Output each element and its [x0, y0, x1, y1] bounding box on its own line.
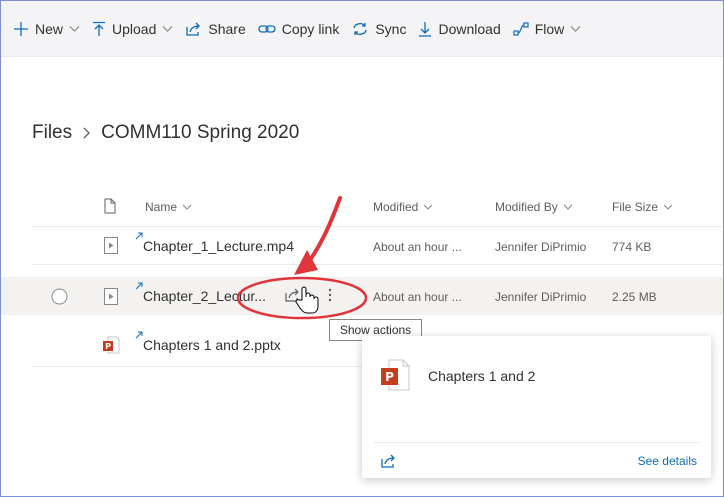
share-icon[interactable] [380, 453, 397, 474]
powerpoint-file-icon: P [380, 359, 410, 396]
see-details-link[interactable]: See details [638, 454, 697, 468]
svg-text:P: P [385, 370, 394, 384]
card-file-title: Chapters 1 and 2 [428, 368, 536, 384]
file-hover-card[interactable]: P Chapters 1 and 2 See details [362, 336, 711, 478]
annotation-arrow [294, 196, 342, 275]
hand-cursor-icon [295, 286, 319, 314]
card-divider [374, 442, 699, 443]
tooltip-text: Show actions [339, 323, 412, 337]
